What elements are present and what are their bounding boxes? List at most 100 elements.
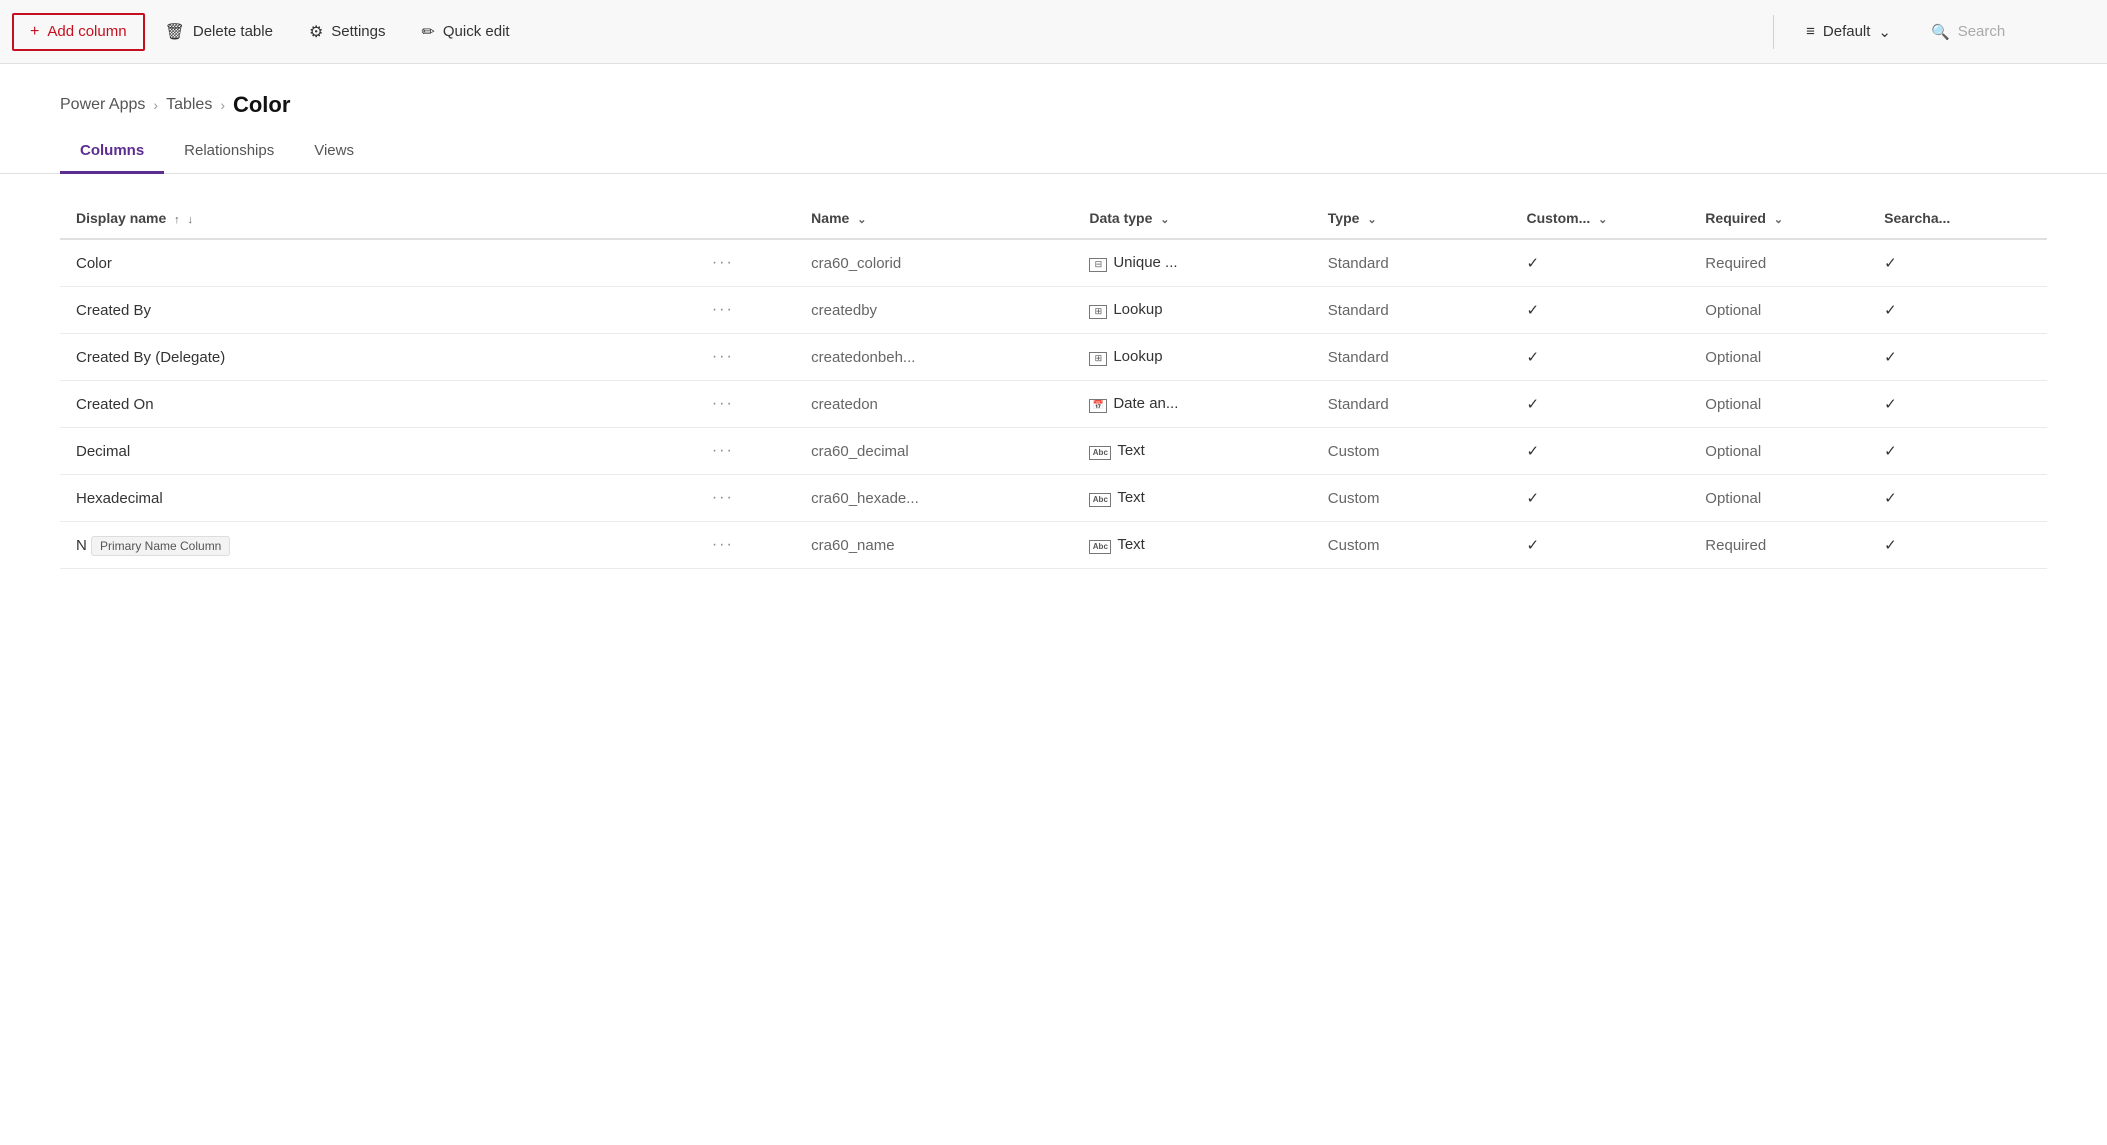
cell-ellipsis[interactable]: ··· (696, 287, 795, 334)
cell-ellipsis[interactable]: ··· (696, 522, 795, 569)
cell-display-name: Created On (60, 381, 696, 428)
searchable-check-icon: ✓ (1884, 255, 1897, 272)
sort-desc-icon: ↓ (188, 214, 194, 226)
custom-check-icon: ✓ (1526, 396, 1539, 413)
columns-table: Display name ↑ ↓ Name ⌄ Data type ⌄ Type… (60, 198, 2047, 569)
searchable-check-icon: ✓ (1884, 537, 1897, 554)
cell-ellipsis[interactable]: ··· (696, 334, 795, 381)
col-header-required[interactable]: Required ⌄ (1689, 198, 1868, 239)
cell-display-name: Decimal (60, 428, 696, 475)
col-header-custom[interactable]: Custom... ⌄ (1510, 198, 1689, 239)
cell-custom: ✓ (1510, 381, 1689, 428)
search-icon: 🔍 (1931, 23, 1950, 41)
col-header-datatype[interactable]: Data type ⌄ (1073, 198, 1311, 239)
cell-required: Optional (1689, 428, 1868, 475)
row-options-icon[interactable]: ··· (712, 442, 734, 459)
cell-searchable: ✓ (1868, 522, 2047, 569)
cell-required: Optional (1689, 287, 1868, 334)
table-row: Created On ··· createdon 📅Date an... Sta… (60, 381, 2047, 428)
col-header-searchable[interactable]: Searcha... (1868, 198, 2047, 239)
cell-type: Custom (1312, 475, 1511, 522)
cell-name: cra60_decimal (795, 428, 1073, 475)
cell-custom: ✓ (1510, 334, 1689, 381)
cell-name: cra60_hexade... (795, 475, 1073, 522)
row-options-icon[interactable]: ··· (712, 536, 734, 553)
quick-edit-button[interactable]: ✏ Quick edit (405, 14, 525, 50)
cell-datatype: 📅Date an... (1073, 381, 1311, 428)
searchable-check-icon: ✓ (1884, 349, 1897, 366)
cell-ellipsis[interactable]: ··· (696, 428, 795, 475)
cell-datatype: ⊟Unique ... (1073, 239, 1311, 287)
sort-asc-icon: ↑ (174, 214, 180, 226)
row-options-icon[interactable]: ··· (712, 395, 734, 412)
toolbar-right: ≡ Default ⌄ 🔍 Search (1773, 15, 2095, 49)
row-options-icon[interactable]: ··· (712, 348, 734, 365)
table-header-row: Display name ↑ ↓ Name ⌄ Data type ⌄ Type… (60, 198, 2047, 239)
breadcrumb-powerapps[interactable]: Power Apps (60, 96, 145, 114)
custom-check-icon: ✓ (1526, 490, 1539, 507)
table-row: Color ··· cra60_colorid ⊟Unique ... Stan… (60, 239, 2047, 287)
cell-ellipsis[interactable]: ··· (696, 475, 795, 522)
required-sort-icon: ⌄ (1774, 214, 1783, 226)
cell-required: Optional (1689, 475, 1868, 522)
cell-display-name: Hexadecimal (60, 475, 696, 522)
cell-custom: ✓ (1510, 522, 1689, 569)
searchable-check-icon: ✓ (1884, 396, 1897, 413)
table-row: N Primary Name Column ··· cra60_name Abc… (60, 522, 2047, 569)
table-row: Decimal ··· cra60_decimal AbcText Custom… (60, 428, 2047, 475)
cell-custom: ✓ (1510, 475, 1689, 522)
pencil-icon: ✏ (421, 22, 434, 42)
cell-display-name: Color (60, 239, 696, 287)
trash-icon: 🗑 (165, 22, 185, 42)
name-sort-icon: ⌄ (857, 214, 866, 226)
cell-ellipsis[interactable]: ··· (696, 239, 795, 287)
cell-required: Required (1689, 522, 1868, 569)
cell-type: Standard (1312, 381, 1511, 428)
cell-datatype: AbcText (1073, 522, 1311, 569)
table-row: Created By (Delegate) ··· createdonbeh..… (60, 334, 2047, 381)
tab-relationships[interactable]: Relationships (164, 130, 294, 174)
cell-ellipsis[interactable]: ··· (696, 381, 795, 428)
tab-columns[interactable]: Columns (60, 130, 164, 174)
cell-name: createdonbeh... (795, 334, 1073, 381)
tab-views[interactable]: Views (294, 130, 374, 174)
custom-check-icon: ✓ (1526, 255, 1539, 272)
custom-check-icon: ✓ (1526, 349, 1539, 366)
col-header-type[interactable]: Type ⌄ (1312, 198, 1511, 239)
breadcrumb: Power Apps › Tables › Color (0, 64, 2107, 130)
custom-check-icon: ✓ (1526, 537, 1539, 554)
delete-table-button[interactable]: 🗑 Delete table (149, 14, 289, 50)
searchable-check-icon: ✓ (1884, 490, 1897, 507)
breadcrumb-current: Color (233, 92, 290, 118)
tabs-container: Columns Relationships Views (0, 130, 2107, 174)
primary-name-badge: Primary Name Column (91, 536, 230, 556)
breadcrumb-sep-2: › (220, 97, 225, 113)
cell-datatype: ⊞Lookup (1073, 287, 1311, 334)
toolbar: + Add column 🗑 Delete table ⚙ Settings ✏… (0, 0, 2107, 64)
search-box[interactable]: 🔍 Search (1915, 15, 2095, 49)
settings-button[interactable]: ⚙ Settings (293, 14, 402, 50)
col-header-display-name[interactable]: Display name ↑ ↓ (60, 198, 696, 239)
default-view-button[interactable]: ≡ Default ⌄ (1790, 15, 1907, 49)
cell-name: cra60_name (795, 522, 1073, 569)
table-area: Display name ↑ ↓ Name ⌄ Data type ⌄ Type… (0, 198, 2107, 569)
hamburger-icon: ≡ (1806, 23, 1815, 40)
add-column-button[interactable]: + Add column (12, 13, 145, 51)
cell-custom: ✓ (1510, 428, 1689, 475)
cell-custom: ✓ (1510, 287, 1689, 334)
searchable-check-icon: ✓ (1884, 302, 1897, 319)
breadcrumb-tables[interactable]: Tables (166, 96, 212, 114)
cell-datatype: ⊞Lookup (1073, 334, 1311, 381)
cell-required: Optional (1689, 334, 1868, 381)
row-options-icon[interactable]: ··· (712, 301, 734, 318)
custom-sort-icon: ⌄ (1598, 214, 1607, 226)
cell-searchable: ✓ (1868, 428, 2047, 475)
table-row: Hexadecimal ··· cra60_hexade... AbcText … (60, 475, 2047, 522)
table-row: Created By ··· createdby ⊞Lookup Standar… (60, 287, 2047, 334)
cell-searchable: ✓ (1868, 475, 2047, 522)
row-options-icon[interactable]: ··· (712, 489, 734, 506)
row-options-icon[interactable]: ··· (712, 254, 734, 271)
col-header-name[interactable]: Name ⌄ (795, 198, 1073, 239)
searchable-check-icon: ✓ (1884, 443, 1897, 460)
cell-name: createdby (795, 287, 1073, 334)
